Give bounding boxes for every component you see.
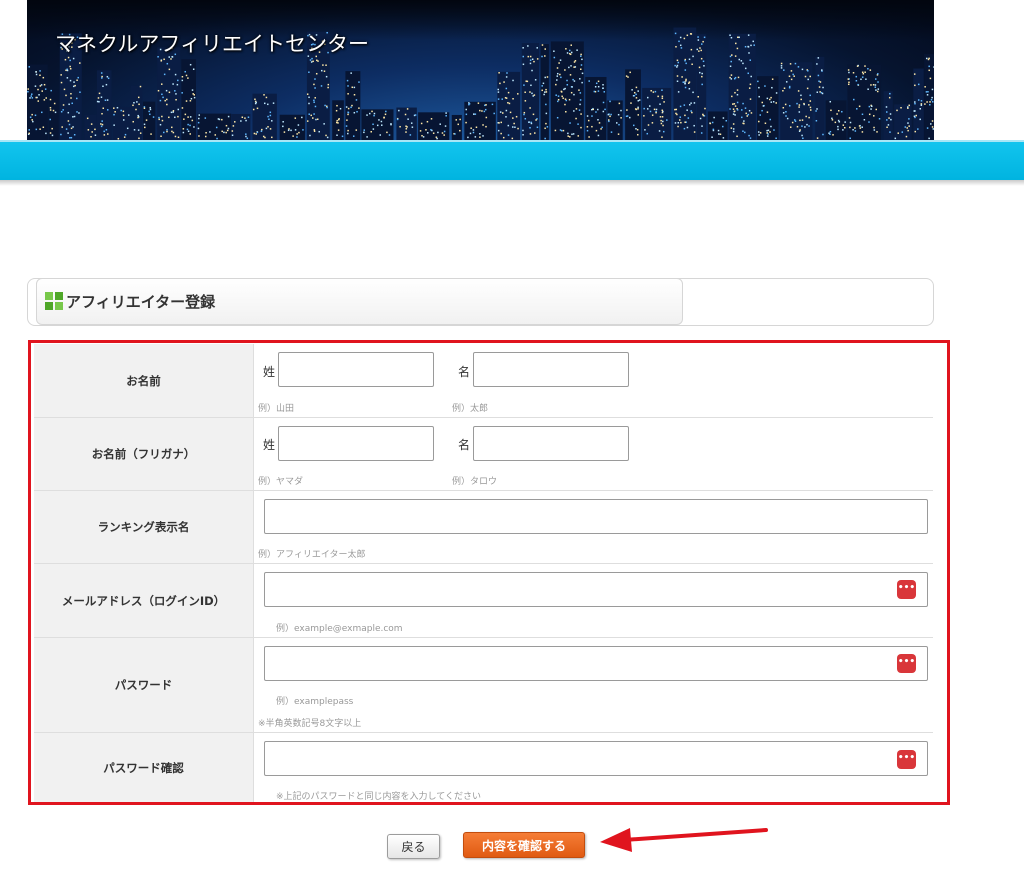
section-title: アフィリエイター登録 — [66, 293, 216, 311]
city-skyline-image — [27, 27, 934, 140]
green-squares-icon — [45, 292, 63, 310]
site-title[interactable]: マネクルアフィリエイトセンター — [55, 28, 369, 58]
highlight-frame — [28, 340, 950, 805]
red-arrow-annotation — [600, 828, 768, 852]
navigation-bar — [0, 140, 1024, 180]
back-button[interactable]: 戻る — [387, 834, 440, 859]
confirm-button[interactable]: 内容を確認する — [463, 832, 585, 858]
header-banner: マネクルアフィリエイトセンター — [27, 0, 934, 140]
